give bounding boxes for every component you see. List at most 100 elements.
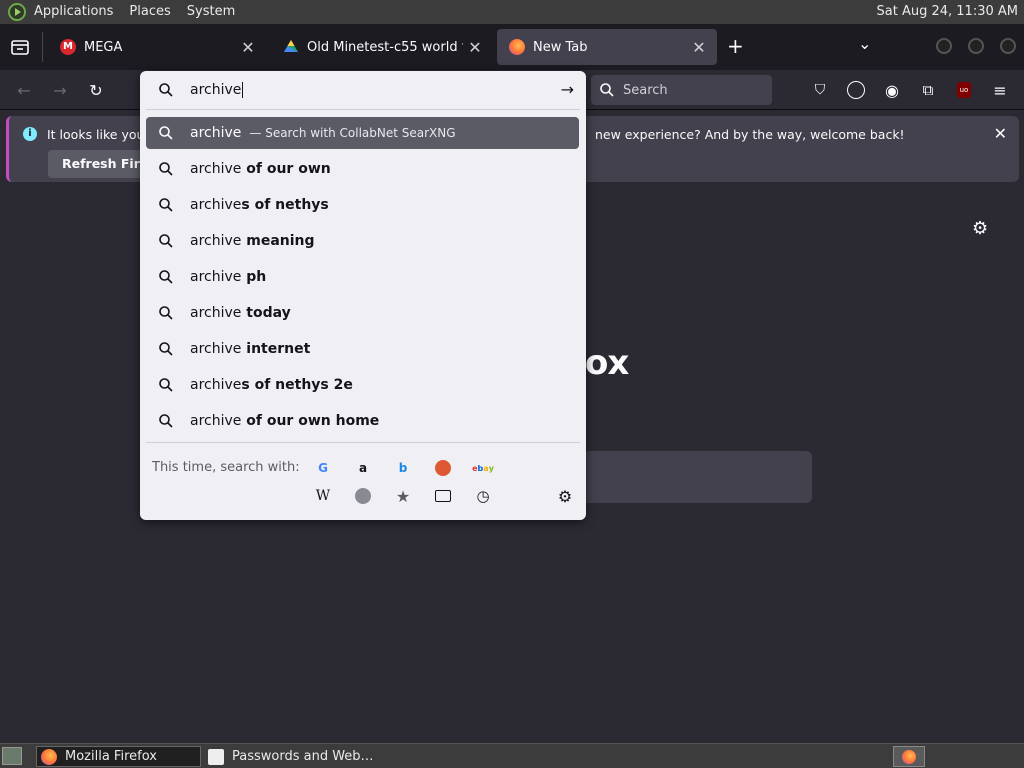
suggestion-text: archive meaning bbox=[190, 233, 315, 249]
tab-new-tab[interactable]: New Tab ✕ bbox=[497, 29, 717, 65]
firefox-view-button[interactable] bbox=[8, 35, 32, 59]
search-icon bbox=[159, 83, 173, 97]
reload-icon: ↻ bbox=[89, 80, 103, 100]
menu-button[interactable]: ≡ bbox=[986, 76, 1014, 104]
taskbar-item-passwords[interactable]: Passwords and Web… bbox=[204, 746, 374, 767]
close-icon[interactable]: ✕ bbox=[994, 124, 1007, 143]
suggestion-text: archives of nethys bbox=[190, 197, 329, 213]
tab-label: New Tab bbox=[533, 39, 588, 55]
suggestion-suffix: meaning bbox=[241, 233, 315, 249]
back-arrow-icon: ← bbox=[17, 80, 31, 100]
circle-icon bbox=[847, 81, 865, 99]
page-search-box[interactable] bbox=[560, 451, 812, 503]
suggestion-prefix: archive bbox=[190, 305, 242, 321]
search-placeholder: Search bbox=[623, 82, 668, 98]
suggestion-suffix: ph bbox=[241, 269, 267, 285]
search-icon bbox=[159, 198, 173, 212]
suggestion-query: archive bbox=[190, 125, 242, 141]
maximize-window-button[interactable] bbox=[968, 38, 984, 54]
tab-list-chevron-down-icon[interactable]: ⌄ bbox=[858, 34, 871, 53]
search-icon bbox=[159, 342, 173, 356]
wikipedia-icon[interactable]: W bbox=[313, 486, 333, 506]
tab-minetest[interactable]: Old Minetest-c55 world files ✕ bbox=[271, 29, 493, 65]
firefox-icon bbox=[902, 749, 916, 764]
hamburger-icon: ≡ bbox=[993, 80, 1007, 100]
text-editor-icon bbox=[208, 748, 224, 765]
bing-icon[interactable]: b bbox=[393, 458, 413, 478]
suggestion-text: archive internet bbox=[190, 341, 310, 357]
close-icon[interactable]: ✕ bbox=[463, 35, 487, 59]
bookmarks-star-icon[interactable]: ★ bbox=[393, 486, 413, 506]
applications-menu[interactable]: Applications bbox=[26, 0, 121, 24]
forward-button[interactable]: → bbox=[46, 76, 74, 104]
firefox-icon bbox=[41, 748, 57, 765]
suggestion-suffix: s of nethys bbox=[241, 197, 329, 213]
forward-arrow-icon: → bbox=[53, 80, 67, 100]
minimize-window-button[interactable] bbox=[936, 38, 952, 54]
suggestion-row[interactable]: archive ph bbox=[146, 261, 579, 293]
extensions-button[interactable]: ⧉ bbox=[914, 76, 942, 104]
firefox-wordmark: ox bbox=[585, 343, 629, 383]
suggestion-prefix: archive bbox=[190, 377, 242, 393]
search-icon bbox=[159, 162, 173, 176]
suggestion-row[interactable]: archive of our own home bbox=[146, 405, 579, 437]
taskbar-item-firefox[interactable]: Mozilla Firefox bbox=[36, 746, 201, 767]
places-menu[interactable]: Places bbox=[121, 0, 178, 24]
suggestion-row[interactable]: archives of nethys 2e bbox=[146, 369, 579, 401]
suggestion-row[interactable]: archive internet bbox=[146, 333, 579, 365]
searxng-icon[interactable] bbox=[355, 488, 371, 504]
back-button[interactable]: ← bbox=[10, 76, 38, 104]
clock[interactable]: Sat Aug 24, 11:30 AM bbox=[877, 0, 1018, 24]
ublock-icon: uo bbox=[957, 82, 971, 98]
suggestion-prefix: archive bbox=[190, 233, 242, 249]
url-input[interactable]: archive → bbox=[140, 71, 586, 109]
reload-button[interactable]: ↻ bbox=[82, 76, 110, 104]
bottom-taskbar: Mozilla Firefox Passwords and Web… bbox=[0, 743, 1024, 768]
suggestion-hint: — Search with CollabNet SearXNG bbox=[249, 126, 456, 140]
divider bbox=[146, 109, 580, 110]
mate-logo-icon[interactable] bbox=[8, 3, 26, 21]
workspace-switcher[interactable] bbox=[893, 746, 925, 767]
search-icon bbox=[600, 83, 614, 97]
ebay-icon[interactable]: ebay bbox=[472, 458, 494, 478]
google-drive-icon bbox=[284, 40, 298, 52]
tabs-icon[interactable] bbox=[435, 490, 451, 502]
url-input-value: archive bbox=[190, 82, 242, 98]
taskbar-item-label: Mozilla Firefox bbox=[65, 749, 157, 764]
suggestion-suffix: today bbox=[241, 305, 291, 321]
extension-circle-button[interactable] bbox=[842, 76, 870, 104]
search-bar[interactable]: Search bbox=[591, 75, 772, 105]
google-icon[interactable]: G bbox=[313, 458, 333, 478]
close-icon[interactable]: ✕ bbox=[236, 35, 260, 59]
suggestion-row[interactable]: archive of our own bbox=[146, 153, 579, 185]
account-button[interactable]: ◉ bbox=[878, 76, 906, 104]
ublock-button[interactable]: uo bbox=[950, 76, 978, 104]
firefox-icon bbox=[509, 39, 525, 55]
pocket-button[interactable]: ⛉ bbox=[806, 76, 834, 104]
close-window-button[interactable] bbox=[1000, 38, 1016, 54]
close-icon[interactable]: ✕ bbox=[687, 35, 711, 59]
puzzle-icon: ⧉ bbox=[922, 81, 934, 99]
search-icon bbox=[159, 306, 173, 320]
tab-label: Old Minetest-c55 world files bbox=[307, 39, 463, 55]
suggestion-row[interactable]: archive today bbox=[146, 297, 579, 329]
go-arrow-icon[interactable]: → bbox=[561, 80, 574, 99]
suggestion-row[interactable]: archive meaning bbox=[146, 225, 579, 257]
suggestion-prefix: archive bbox=[190, 341, 242, 357]
suggestion-row-selected[interactable]: archive — Search with CollabNet SearXNG bbox=[146, 117, 579, 149]
pocket-icon: ⛉ bbox=[814, 82, 826, 98]
suggestion-text: archive of our own bbox=[190, 161, 331, 177]
urlbar-dropdown: archive → archive — Search with CollabNe… bbox=[140, 71, 586, 520]
duckduckgo-icon[interactable] bbox=[435, 460, 451, 476]
history-clock-icon[interactable]: ◷ bbox=[473, 486, 493, 506]
top-panel: Applications Places System Sat Aug 24, 1… bbox=[0, 0, 1024, 24]
notification-message-start: It looks like you bbox=[47, 127, 145, 142]
system-menu[interactable]: System bbox=[179, 0, 243, 24]
gear-icon[interactable]: ⚙ bbox=[972, 218, 988, 239]
show-desktop-icon[interactable] bbox=[2, 747, 22, 765]
amazon-icon[interactable]: a bbox=[353, 458, 373, 478]
tab-mega[interactable]: M MEGA ✕ bbox=[48, 29, 266, 65]
suggestion-row[interactable]: archives of nethys bbox=[146, 189, 579, 221]
search-settings-gear-icon[interactable]: ⚙ bbox=[555, 486, 575, 506]
new-tab-plus-icon[interactable]: + bbox=[727, 34, 744, 58]
